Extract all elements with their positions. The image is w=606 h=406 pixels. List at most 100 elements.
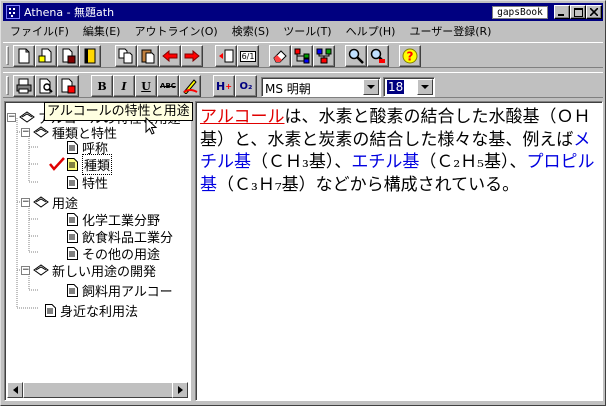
diamond-folder-icon (33, 126, 49, 138)
tree-node-new-uses[interactable]: − 新しい用途の開発 (21, 260, 156, 280)
zoom-button[interactable]: 6/1 (237, 45, 259, 67)
menu-outline[interactable]: アウトライン(O) (127, 23, 224, 39)
tree-collapse-button[interactable] (313, 45, 335, 67)
document-body-text[interactable]: アルコールは、水素と酸素の結合した水酸基（ＯＨ基）と、水素と炭素の結合した様々な… (200, 106, 600, 196)
menu-edit[interactable]: 編集(E) (76, 23, 128, 39)
new-file-button[interactable] (13, 45, 35, 67)
eraser-icon (273, 50, 287, 63)
chevron-down-icon (367, 84, 375, 89)
arrow-right-icon (184, 50, 200, 62)
move-left-button[interactable] (159, 45, 181, 67)
mouse-cursor-icon (145, 117, 158, 135)
arrow-right-icon (177, 386, 183, 394)
search-replace-icon (370, 48, 385, 63)
page-icon (67, 140, 78, 154)
document-text-segment: （Ｃ₃Ｈ₇基）などから構成されている。 (217, 174, 520, 195)
title-bar[interactable]: Athena - 無題ath gapsBook (3, 3, 603, 21)
color-pen-button[interactable] (179, 75, 201, 97)
tree-expand-button[interactable] (291, 45, 313, 67)
print-button[interactable] (13, 75, 35, 97)
close-button[interactable] (586, 5, 602, 19)
insert-item-button[interactable] (215, 45, 237, 67)
page-icon-yellow (67, 157, 78, 171)
diamond-folder-icon (33, 196, 49, 208)
page-icon (67, 283, 78, 297)
document-editor-pane[interactable]: アルコールは、水素と酸素の結合した水酸基（ＯＨ基）と、水素と炭素の結合した様々な… (195, 101, 603, 401)
move-right-button[interactable] (181, 45, 203, 67)
format-toolbar: B I U ABC H + O₂ MS 明朝 18 (3, 72, 603, 98)
maximize-button[interactable] (570, 5, 586, 19)
insert-item-icon (219, 49, 234, 63)
tree-structure-icon (294, 48, 310, 64)
outline-tree-pane[interactable]: − アルコールの特性と用途 − 種類と特性 呼称 種類 特性 − 用途 (4, 101, 191, 401)
svg-text:?: ? (407, 50, 414, 64)
tree-node-tooltip: アルコールの特性と用途 (44, 102, 193, 121)
open-file-icon (38, 48, 52, 63)
book-button[interactable] (79, 45, 101, 67)
tree-node-label: 特性 (82, 176, 109, 192)
font-size-dropdown-button[interactable] (417, 79, 433, 95)
tree-node-feed[interactable]: 飼料用アルコー (67, 280, 173, 300)
document-text-segment: （Ｃ₂Ｈ₅基）、 (419, 152, 527, 172)
app-window: Athena - 無題ath gapsBook ファイル(F) 編集(E) アウ… (0, 0, 606, 406)
font-name-select[interactable]: MS 明朝 (261, 77, 381, 97)
print-preview-button[interactable] (35, 75, 57, 97)
maximize-icon (573, 7, 583, 17)
toolbar-grip[interactable] (6, 46, 9, 65)
search-button[interactable] (345, 45, 367, 67)
minimize-button[interactable] (554, 5, 570, 19)
collapse-toggle[interactable]: − (7, 112, 16, 122)
subscript-button[interactable]: O₂ (235, 75, 257, 97)
checkmark-icon (49, 157, 65, 171)
menu-file[interactable]: ファイル(F) (3, 23, 76, 39)
tree-node-label: 飼料用アルコー (82, 284, 173, 300)
page-icon (67, 246, 78, 260)
underline-button[interactable]: U (135, 75, 157, 97)
replace-button[interactable] (367, 45, 389, 67)
tree-node-everyday[interactable]: 身近な利用法 (45, 300, 138, 320)
open-file-button[interactable] (35, 45, 57, 67)
menu-tools[interactable]: ツール(T) (276, 23, 338, 39)
heading-label: H (216, 79, 226, 93)
font-name-dropdown-button[interactable] (363, 79, 379, 95)
scrollbar-thumb[interactable] (23, 382, 173, 398)
collapse-toggle[interactable]: − (21, 265, 30, 275)
collapse-toggle[interactable]: − (21, 197, 30, 207)
tree-horizontal-scrollbar[interactable] (7, 382, 188, 398)
paste-button[interactable] (137, 45, 159, 67)
heading-button[interactable]: H + (213, 75, 235, 97)
scroll-right-button[interactable] (172, 382, 188, 398)
help-button[interactable]: ? (399, 45, 421, 67)
keyword-alcohol: アルコール (200, 107, 285, 127)
collapse-toggle[interactable]: − (21, 127, 30, 137)
menu-register[interactable]: ユーザー登録(R) (402, 23, 498, 39)
strikethrough-button[interactable]: ABC (157, 75, 179, 97)
toolbar-grip-2[interactable] (6, 76, 9, 95)
copy-button[interactable] (115, 45, 137, 67)
tree-collapse-icon (316, 48, 332, 64)
tree-node-label: 身近な利用法 (60, 304, 139, 320)
eraser-button[interactable] (269, 45, 291, 67)
bold-button[interactable]: B (91, 75, 113, 97)
menu-search[interactable]: 検索(S) (225, 23, 277, 39)
font-size-select[interactable]: 18 (383, 77, 435, 97)
menu-help[interactable]: ヘルプ(H) (339, 23, 403, 39)
menu-bar: ファイル(F) 編集(E) アウトライン(O) 検索(S) ツール(T) ヘルプ… (3, 22, 603, 40)
tree-node-label: 新しい用途の開発 (52, 264, 157, 280)
diamond-folder-icon (33, 264, 49, 276)
main-toolbar: 6/1 ? (3, 42, 603, 68)
heading-plus-icon: + (225, 81, 232, 91)
scroll-left-button[interactable] (7, 382, 23, 398)
italic-button[interactable]: I (113, 75, 135, 97)
export-button[interactable] (57, 75, 79, 97)
font-size-value: 18 (387, 80, 405, 94)
tree-node-kinds[interactable]: 種類 (49, 153, 113, 175)
app-icon[interactable] (6, 5, 20, 19)
window-title: Athena - 無題ath (24, 6, 115, 19)
document-text-segment: （ＣＨ₃基）、 (251, 152, 352, 172)
chevron-down-icon (421, 84, 429, 89)
export-icon (61, 78, 76, 94)
tree-node-characteristics[interactable]: 特性 (67, 172, 108, 192)
save-file-button[interactable] (57, 45, 79, 67)
help-icon: ? (402, 48, 418, 64)
